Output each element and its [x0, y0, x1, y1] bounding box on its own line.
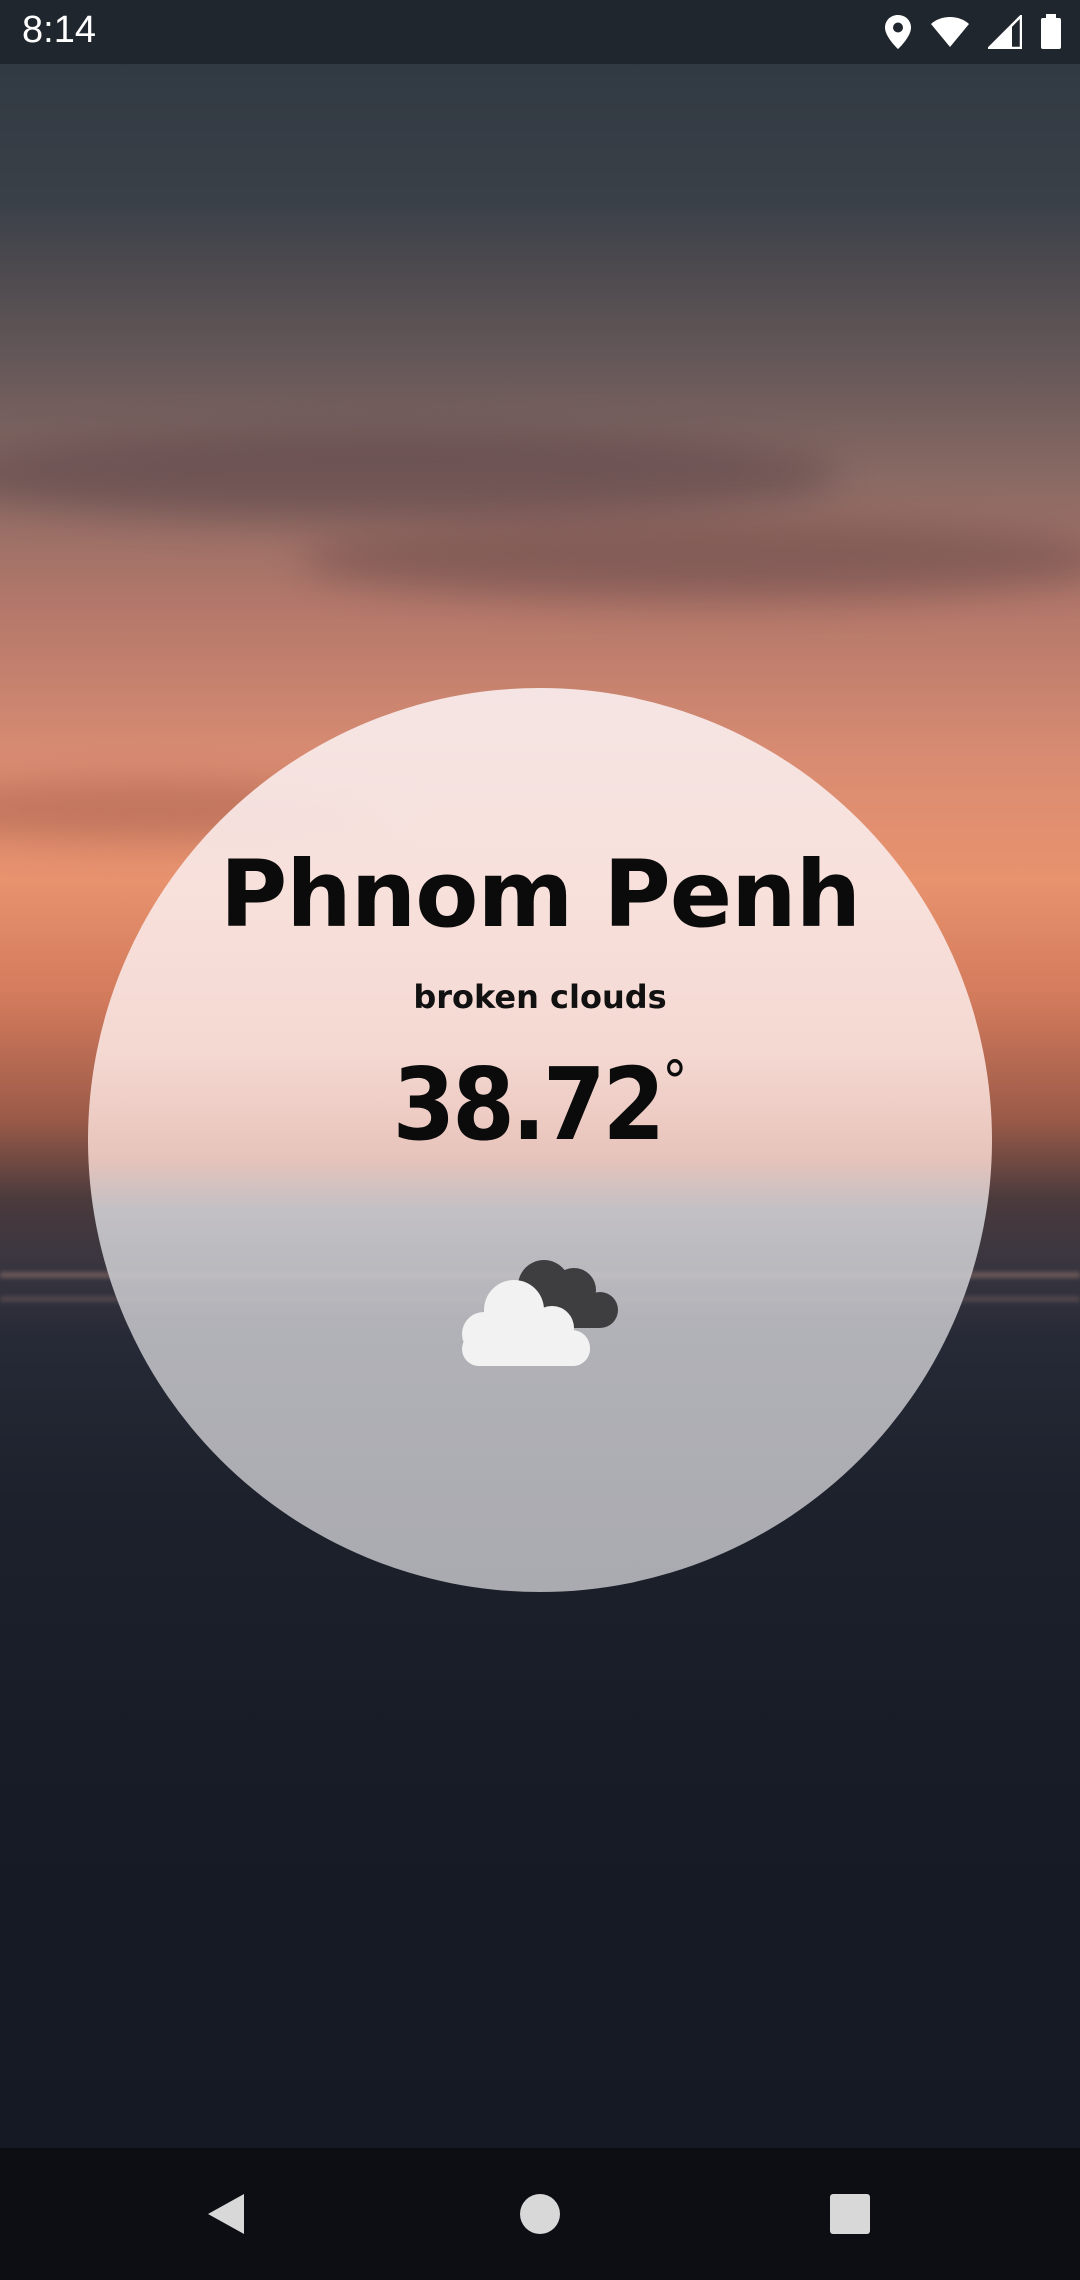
back-icon [208, 2194, 244, 2234]
home-icon [520, 2194, 560, 2234]
city-name: Phnom Penh [219, 841, 861, 948]
temperature-display: 38.72° [88, 1046, 992, 1163]
status-icons [884, 12, 1062, 52]
weather-description: broken clouds [413, 978, 667, 1016]
recents-button[interactable] [824, 2188, 876, 2240]
home-button[interactable] [514, 2188, 566, 2240]
navigation-bar [0, 2148, 1080, 2280]
temperature-value: 38.72 [392, 1046, 666, 1163]
battery-icon [1040, 14, 1062, 50]
status-time: 8:14 [22, 9, 96, 51]
degree-symbol: ° [662, 1050, 688, 1115]
wifi-icon [930, 16, 970, 48]
location-icon [884, 14, 912, 50]
cloud-streak [0, 430, 840, 520]
broken-clouds-icon [444, 1248, 644, 1378]
signal-icon [988, 15, 1022, 49]
back-button[interactable] [200, 2188, 252, 2240]
cloud-streak [300, 520, 1080, 600]
weather-card: Phnom Penh broken clouds 38.72° [88, 688, 992, 1592]
weather-screen: 8:14 Phnom Penh broken clouds 38.72° [0, 0, 1080, 2280]
recents-icon [830, 2194, 870, 2234]
status-bar: 8:14 [0, 0, 1080, 64]
